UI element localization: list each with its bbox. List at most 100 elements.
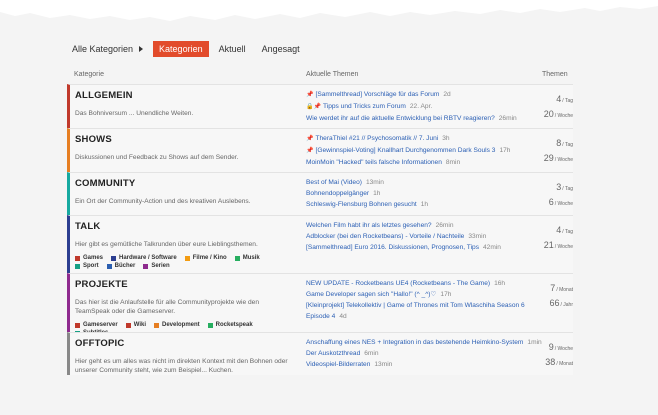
topic-time: 13min [374,361,393,368]
stat-unit: / Tag [562,186,573,192]
stat-number: 8 [556,138,562,148]
all-categories-dropdown[interactable]: Alle Kategorien [72,44,144,54]
lock-pin-icon: 🔒📌 [306,104,321,110]
tab-kategorien[interactable]: Kategorien [153,41,209,57]
category-title[interactable]: COMMUNITY [75,178,295,189]
topic-link[interactable]: Welchen Film habt ihr als letztes gesehe… [306,222,432,229]
topic-item: 📌 [Sammelthread] Vorschläge für das Forum… [306,89,546,101]
subcategory-color-swatch [75,255,80,261]
category-description: Das Bohniversum ... Unendliche Weiten. [75,110,194,117]
stat-value: 20/ Woche [523,108,573,123]
subcategory-link[interactable]: Serien [143,263,170,269]
topic-link[interactable]: [Sammelthread] Vorschläge für das Forum [315,91,439,98]
topic-time: 16h [494,280,506,287]
topic-link[interactable]: Adblocker (bei den Rocketbeans) - Vortei… [306,233,464,240]
subcategory-link[interactable]: Development [153,322,200,328]
category-title[interactable]: TALK [75,221,295,232]
topic-link[interactable]: [Sammelthread] Euro 2016. Diskussionen, … [306,244,479,251]
stat-unit: / Tag [562,229,573,235]
latest-topics: NEW UPDATE - Rocketbeans UE4 (Rocketbean… [306,278,546,322]
stat-number: 38 [545,357,556,367]
category-row: PROJEKTE Das hier ist die Anlaufstelle fü… [67,273,573,336]
topic-time: 26min [498,115,517,122]
category-info: ALLGEMEIN Das Bohniversum ... Unendliche … [75,90,295,118]
topic-item: Der Auskotzthread 6min [306,348,546,359]
tab-aktuell[interactable]: Aktuell [213,41,252,57]
topic-time: 42min [483,244,501,251]
stat-value: 4/ Tag [523,224,573,239]
stat-number: 21 [543,240,554,250]
stat-value: 8/ Tag [523,137,573,152]
topic-link[interactable]: [Kleinprojekt] Telekollektiv | Game of T… [306,302,525,309]
category-title[interactable]: OFFTOPIC [75,338,295,349]
latest-topics: 📌 [Sammelthread] Vorschläge für das Forum… [306,89,546,124]
topic-link[interactable]: Wie werdet ihr auf die aktuelle Entwickl… [306,115,495,122]
topic-link[interactable]: Bohnendoppelgänger [306,190,369,197]
subcategory-label: Filme / Kino [192,255,227,261]
subcategory-link[interactable]: Rocketspeak [207,322,253,328]
latest-topics: Anschaffung eines NES + Integration in d… [306,337,546,370]
topic-time: 26min [435,222,454,229]
topic-stats: 7/ Monat 66/ Jahr [523,282,573,312]
table-header: Kategorie Aktuelle Themen Themen [74,71,570,83]
stat-value: 6/ Woche [523,196,573,211]
subcategory-link[interactable]: Hardware / Software [111,255,177,261]
category-info: PROJEKTE Das hier ist die Anlaufstelle fü… [75,279,295,338]
category-title[interactable]: PROJEKTE [75,279,295,290]
topic-link[interactable]: Anschaffung eines NES + Integration in d… [306,339,523,346]
topic-item: Game Developer sagen sich "Hallo!" (^ _^… [306,289,546,300]
stat-value: 38/ Monat [523,356,573,371]
subcategory-label: Development [161,322,200,328]
topic-link[interactable]: [Gewinnspiel-Voting] Knallhart Durchgeno… [315,147,495,154]
topic-stats: 3/ Tag 6/ Woche [523,181,573,211]
subcategory-color-swatch [106,263,112,269]
stat-number: 20 [543,109,554,119]
subcategory-link[interactable]: Gameserver [75,322,118,328]
subcategory-label: Bücher [114,263,136,269]
subcategory-color-swatch [234,255,240,261]
subcategory-color-swatch [75,322,80,328]
subcategory-label: Gameserver [83,322,118,328]
category-row: TALK Hier gibt es gemütliche Talkrunden ü… [67,215,573,273]
subcategory-link[interactable]: Games [75,255,103,261]
category-row: COMMUNITY Ein Ort der Community-Action un… [67,172,573,215]
header-themes: Themen [542,71,568,78]
latest-topics: Welchen Film habt ihr als letztes gesehe… [306,220,546,253]
topic-link[interactable]: TheraThiel #21 // Psychosomatik // 7. Ju… [315,135,438,142]
category-description: Ein Ort der Community-Action und des kre… [75,198,251,205]
topic-link[interactable]: Game Developer sagen sich "Hallo!" (^ _^… [306,291,436,298]
subcategory-color-swatch [207,322,213,328]
subcategory-link[interactable]: Filme / Kino [184,255,227,261]
subcategory-label: Rocketspeak [215,322,253,328]
topic-time: 1h [420,201,429,208]
topic-link[interactable]: Schleswig-Flensburg Bohnen gesucht [306,201,417,208]
topic-link[interactable]: Best of Mai (Video) [306,179,362,186]
topic-time: 33min [468,233,487,240]
category-navigation: Alle Kategorien Kategorien Aktuell Anges… [72,41,310,57]
stat-number: 3 [556,182,562,192]
category-title[interactable]: ALLGEMEIN [75,90,295,101]
topic-link[interactable]: Der Auskotzthread [306,350,360,357]
topic-item: 🔒📌 Tipps und Tricks zum Forum 22. Apr. [306,101,546,113]
tab-angesagt[interactable]: Angesagt [256,41,306,57]
topic-item: Wie werdet ihr auf die aktuelle Entwickl… [306,113,546,124]
subcategory-link[interactable]: Bücher [106,263,136,269]
category-info: TALK Hier gibt es gemütliche Talkrunden ü… [75,221,295,271]
topic-time: 4d [339,313,347,320]
category-title[interactable]: SHOWS [75,134,295,145]
topic-time: 1h [373,190,381,197]
topic-stats: 9/ Woche 38/ Monat [523,341,573,371]
subcategory-color-swatch [125,322,131,328]
topic-item: Videospiel-Bilderraten 13min [306,359,546,370]
topic-link[interactable]: MoinMoin "Hacked" teils falsche Informat… [306,159,442,166]
subcategory-color-swatch [153,322,159,328]
subcategory-link[interactable]: Sport [75,263,99,269]
topic-link[interactable]: Tipps und Tricks zum Forum [323,103,406,110]
stat-number: 6 [548,197,554,207]
header-topics: Aktuelle Themen [306,71,359,78]
topic-link[interactable]: Episode 4 [306,313,335,320]
topic-link[interactable]: NEW UPDATE - Rocketbeans UE4 (Rocketbean… [306,280,490,287]
subcategory-link[interactable]: Wiki [125,322,146,328]
topic-link[interactable]: Videospiel-Bilderraten [306,361,370,368]
subcategory-link[interactable]: Musik [234,255,260,261]
